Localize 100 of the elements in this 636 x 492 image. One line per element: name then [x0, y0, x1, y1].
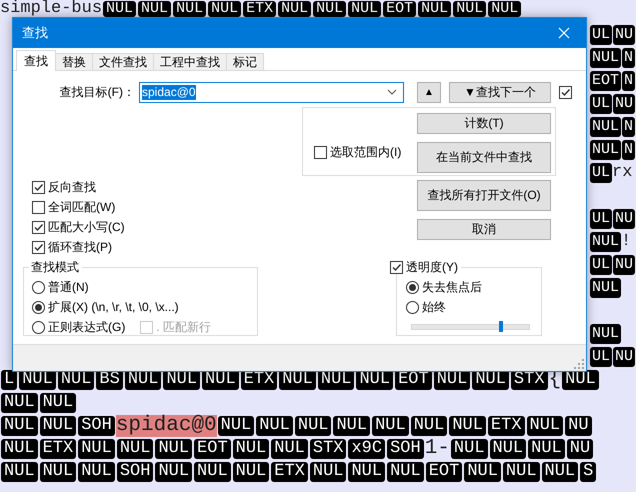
control-character: NUL	[488, 1, 522, 17]
control-character: NUL	[103, 1, 136, 17]
control-character: NUL	[502, 462, 540, 482]
control-character: N	[622, 140, 636, 160]
control-character: NU	[613, 346, 636, 366]
control-character: NUL	[218, 416, 254, 436]
control-character: UL	[590, 254, 612, 274]
radio-label[interactable]: 正则表达式(G)	[48, 318, 126, 336]
control-character: NUL	[232, 462, 270, 482]
opacity-slider[interactable]	[411, 324, 530, 330]
chevron-down-icon	[387, 89, 397, 95]
control-character: EOT	[426, 462, 462, 482]
checkbox-label[interactable]: 循环查找(P)	[48, 238, 112, 256]
control-character: NUL	[528, 438, 565, 458]
control-character: NUL	[40, 416, 76, 436]
control-character: NUL	[194, 462, 231, 482]
tab[interactable]: 工程中查找	[153, 53, 227, 71]
control-character: NU	[613, 24, 636, 44]
control-character: NUL	[173, 1, 206, 17]
tab[interactable]: 查找	[16, 50, 56, 71]
control-character: ETX	[488, 416, 525, 436]
control-character: NUL	[449, 416, 486, 436]
control-character: ETX	[40, 438, 76, 458]
control-character: NUL	[590, 116, 622, 136]
action-button[interactable]: 取消	[417, 219, 551, 240]
search-combo-box[interactable]: spidac@0	[139, 82, 404, 102]
control-character: NUL	[78, 462, 115, 482]
checkbox-label[interactable]: 匹配大小写(C)	[48, 218, 125, 236]
control-character: UL	[590, 24, 612, 44]
control-character: NUL	[590, 232, 622, 252]
radio-label[interactable]: 扩展(X) (\n, \r, \t, \0, \x...)	[48, 298, 179, 316]
radio-label[interactable]: 普通(N)	[48, 278, 89, 296]
slider-thumb[interactable]	[498, 321, 503, 332]
checkbox-label[interactable]: 选取范围内(I)	[330, 144, 402, 160]
control-character: NUL	[542, 462, 578, 482]
checkbox[interactable]	[390, 260, 403, 274]
control-character: UL	[590, 208, 612, 228]
checkbox[interactable]	[314, 146, 327, 158]
radio-button[interactable]	[32, 320, 45, 334]
control-character: NUL	[232, 438, 270, 458]
control-character: NUL	[526, 416, 564, 436]
editor-text: !	[621, 230, 632, 252]
tab[interactable]: 文件查找	[92, 53, 154, 71]
search-match: spidac@0	[116, 414, 217, 436]
find-next-button[interactable]: ▼查找下一个	[449, 82, 551, 102]
control-character: NUL	[310, 462, 346, 482]
control-character: ETX	[243, 1, 276, 17]
resize-grip-icon	[574, 359, 584, 369]
checkbox[interactable]	[32, 200, 45, 214]
control-character: NU	[613, 94, 636, 114]
control-character: NUL	[372, 416, 409, 436]
radio-button[interactable]	[406, 280, 419, 294]
control-character: UL	[590, 94, 612, 114]
control-character: NUL	[155, 438, 192, 458]
control-character: SOH	[78, 416, 115, 436]
control-character: NUL	[40, 392, 76, 412]
control-character: NUL	[78, 438, 115, 458]
action-button[interactable]: 计数(T)	[417, 113, 551, 134]
control-character: x9C	[348, 438, 386, 458]
checkbox[interactable]	[32, 220, 45, 234]
control-character: S	[580, 462, 596, 482]
checkbox-label[interactable]: 反向查找	[48, 178, 96, 196]
control-character: N	[622, 116, 636, 136]
control-character: NUL	[313, 1, 346, 17]
control-character: EOT	[194, 438, 231, 458]
control-character: UL	[590, 162, 612, 182]
find-previous-button[interactable]: ▲	[417, 82, 441, 102]
control-character: NUL	[271, 438, 308, 458]
editor-text: rx	[612, 162, 632, 184]
control-character: NUL	[1, 438, 38, 458]
radio-label[interactable]: 失去焦点后	[422, 278, 482, 296]
control-character: NUL	[590, 324, 622, 344]
control-character: SOH	[387, 438, 424, 458]
field-label: 查找目标(F)：	[58, 84, 136, 100]
control-character: L	[1, 370, 18, 390]
editor-text: simple-bus	[0, 1, 102, 17]
control-character: STX	[310, 438, 346, 458]
control-character: NUL	[590, 140, 622, 160]
control-character: NUL	[278, 1, 312, 17]
checkbox-label[interactable]: 全词匹配(W)	[48, 198, 116, 216]
control-character: NUL	[40, 462, 76, 482]
window-title: 查找	[22, 24, 48, 42]
control-character: NUL	[1, 392, 38, 412]
checkbox[interactable]	[32, 180, 45, 194]
action-button[interactable]: 查找所有打开文件(O)	[417, 180, 551, 211]
control-character: NUL	[464, 462, 501, 482]
radio-button[interactable]	[406, 300, 419, 314]
checkbox[interactable]	[32, 240, 45, 254]
control-character: NUL	[294, 416, 332, 436]
radio-button[interactable]	[32, 300, 45, 314]
radio-button[interactable]	[32, 280, 45, 294]
control-character: N	[622, 48, 636, 68]
control-character: NUL	[1, 462, 38, 482]
control-character: NUL	[410, 416, 448, 436]
control-character: NUL	[348, 462, 386, 482]
radio-label[interactable]: 始终	[422, 298, 446, 316]
control-character: NUL	[418, 1, 452, 17]
tab[interactable]: 标记	[226, 53, 264, 71]
checkbox[interactable]	[559, 86, 572, 98]
action-button[interactable]: 在当前文件中查找	[417, 142, 551, 173]
